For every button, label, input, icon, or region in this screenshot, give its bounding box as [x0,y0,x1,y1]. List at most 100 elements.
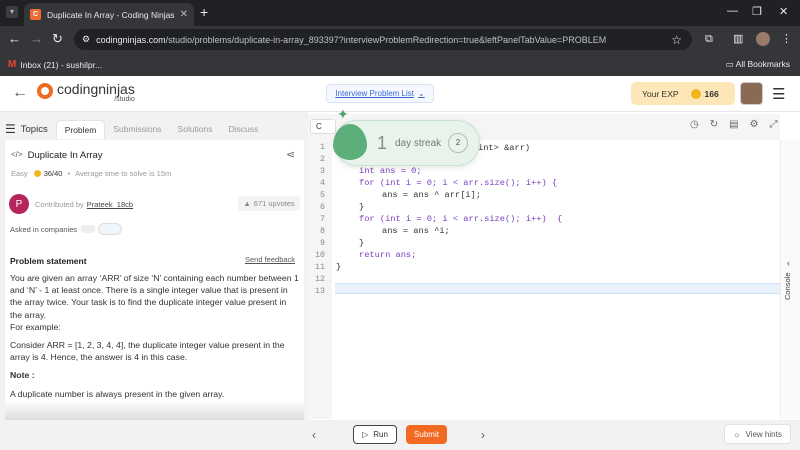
exp-value: 166 [704,88,719,99]
tab-problem[interactable]: Problem [55,119,106,139]
line-number: 4 [320,179,325,188]
line-number: 10 [315,251,325,260]
tab-discuss[interactable]: Discuss [221,120,267,138]
streak-label: day streak [395,138,442,149]
site-info-icon[interactable]: ⚙ [82,34,90,45]
forward-arrow-icon[interactable]: → [30,32,43,46]
timer-icon[interactable]: ◷ [690,119,699,130]
contributor-avatar: P [9,194,29,214]
favicon-icon: C [30,9,41,20]
browser-menu-icon[interactable]: ⋮ [781,32,792,46]
tab-close-icon[interactable]: ✕ [180,9,188,20]
all-bookmarks[interactable]: ▭ All Bookmarks [726,59,790,70]
separator-dot: • [67,169,71,178]
logo-icon [37,83,53,99]
user-avatar[interactable] [740,82,763,105]
code-line: for (int i = 0; i < arr.size(); i++) { [359,214,563,224]
code-line: ans = ans ^ arr[i]; [382,190,482,200]
notes-icon[interactable]: ▤ [729,119,738,130]
contributor-link[interactable]: Prateek_18cb [87,200,133,209]
tab-submissions[interactable]: Submissions [105,120,169,138]
interview-problem-list-dropdown[interactable]: Interview Problem List ⌄ [326,84,434,103]
submit-button[interactable]: Submit [406,425,447,444]
window-restore-icon[interactable]: ❐ [752,5,762,18]
next-problem-icon[interactable]: › [481,428,485,442]
window-close-icon[interactable]: ✕ [779,5,788,18]
contributed-label: Contributed by [35,199,84,209]
prev-problem-icon[interactable]: ‹ [312,428,316,442]
note-label: Note : [10,370,35,381]
new-tab-icon[interactable]: + [200,4,208,20]
browser-nav-bar: ← → ↻ ⚙ codingninjas.com /studio/problem… [0,26,800,53]
share-icon[interactable]: ⋖ [286,148,295,161]
code-line: for (int i = 0; i < arr.size(); i++) { [359,178,558,188]
problem-description: You are given an array ‘ARR’ of size ‘N’… [10,272,300,403]
code-line: int> &arr) [478,143,531,153]
hints-label: View hints [745,429,782,439]
menu-lines-icon: ☰ [5,122,16,136]
back-icon[interactable]: ← [12,84,28,102]
back-arrow-icon[interactable]: ← [8,32,21,46]
bookmark-star-icon[interactable]: ☆ [671,33,682,47]
send-feedback-link[interactable]: Send feedback [245,255,295,264]
line-number: 2 [320,155,325,164]
score-coin-icon [33,170,41,177]
console-label[interactable]: Console [783,272,792,300]
problem-title: </> Duplicate In Array [11,150,103,161]
example-text: Consider ARR = [1, 2, 3, 4, 4], the dupl… [10,340,285,363]
reset-icon[interactable]: ↻ [710,119,718,130]
extensions-icon[interactable]: ⧉ [705,32,713,46]
profile-avatar[interactable] [756,32,770,46]
run-button[interactable]: ▷ Run [353,425,397,444]
description-paragraph: You are given an array ‘ARR’ of size ‘N’… [10,273,299,320]
topics-toggle[interactable]: ☰ Topics [5,122,48,136]
code-line: } [359,202,365,212]
settings-icon[interactable]: ⚙ [750,119,759,130]
flame-icon [333,124,367,160]
line-number: 6 [320,203,325,212]
asked-label: Asked in companies [10,224,78,234]
gmail-icon: M [8,59,17,70]
browser-tab[interactable]: C Duplicate In Array - Coding Ninjas ✕ [24,3,194,26]
line-number: 1 [320,143,325,152]
tab-solutions[interactable]: Solutions [170,120,221,138]
browser-tab-bar: ▾ C Duplicate In Array - Coding Ninjas ✕… [0,0,800,26]
chevron-down-icon: ⌄ [418,89,425,98]
tab-title: Duplicate In Array - Coding Ninjas [47,9,175,20]
exp-badge[interactable]: Your EXP 166 [631,82,735,105]
problem-meta: Easy 36/40 • Average time to solve is 15… [11,169,171,178]
bookmark-gmail-label: Inbox (21) - sushilpr... [20,59,103,70]
url-path: /studio/problems/duplicate-in-array_8933… [165,34,607,45]
menu-icon[interactable]: ☰ [772,85,785,103]
reload-icon[interactable]: ↻ [52,32,63,46]
statement-heading: Problem statement [10,256,87,266]
editor-tools: ◷ ↻ ▤ ⚙ ⤢ [690,119,778,130]
topics-label: Topics [20,123,48,135]
streak-count: 1 [377,133,388,153]
code-line: return ans; [359,250,417,260]
line-number: 12 [315,275,325,284]
line-number: 8 [320,227,325,236]
problem-title-text: Duplicate In Array [27,150,103,161]
run-label: Run [373,430,388,439]
language-select[interactable]: C [310,119,336,134]
all-bookmarks-label: All Bookmarks [735,59,790,69]
code-line: int ans = 0; [359,166,422,176]
bookmark-gmail[interactable]: M Inbox (21) - sushilpr... [8,59,102,70]
side-panel-icon[interactable]: ▥ [733,32,743,46]
contributor: P Contributed by Prateek_18cb [9,194,133,214]
chevron-left-icon[interactable]: ‹ [787,258,790,268]
address-bar[interactable]: ⚙ codingninjas.com /studio/problems/dupl… [74,29,692,50]
left-tabs: ☰ Topics Problem Submissions Solutions Di… [5,118,266,140]
code-line: ans = ans ^i; [382,226,450,236]
logo-name: codingninjas [57,81,135,97]
tab-search-icon[interactable]: ▾ [6,6,18,18]
bulb-icon: ☼ [733,429,741,439]
avg-time: Average time to solve is 15m [75,169,172,178]
upvote-button[interactable]: ▲ 671 upvotes [238,196,300,211]
view-hints-button[interactable]: ☼ View hints [724,424,791,444]
logo[interactable]: codingninjas /studio [37,81,135,103]
line-number: 11 [315,263,325,272]
fullscreen-icon[interactable]: ⤢ [770,119,778,130]
window-minimize-icon[interactable]: — [727,5,738,17]
